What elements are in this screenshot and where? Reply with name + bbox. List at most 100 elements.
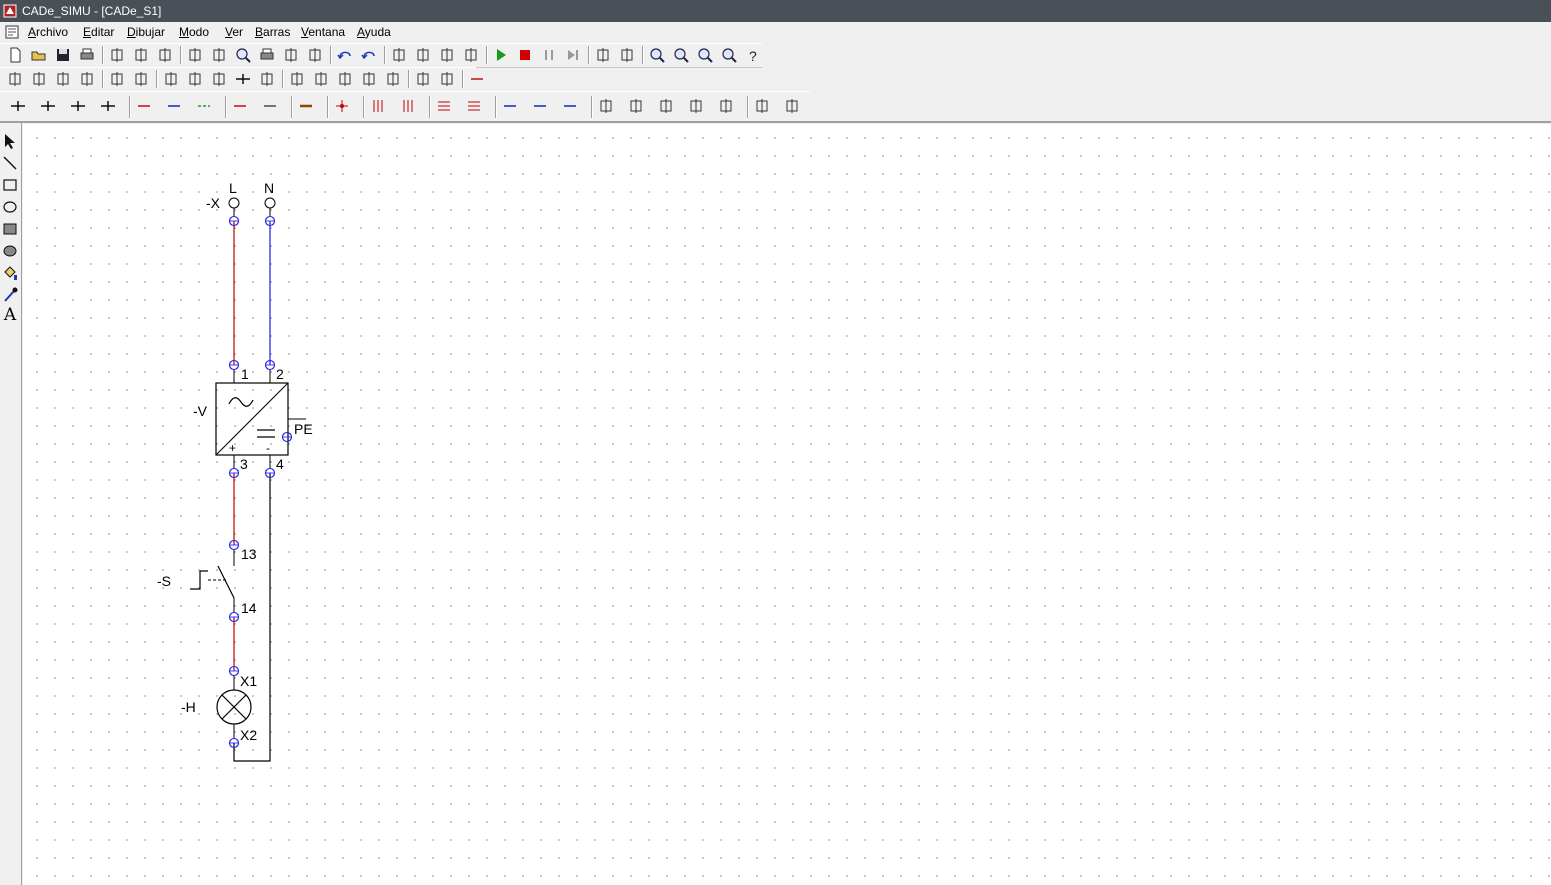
zoom-fit-icon[interactable] [695, 45, 715, 65]
label-3d-icon[interactable] [437, 69, 457, 89]
wire-blue-tap-icon[interactable] [530, 96, 550, 116]
menu-ver[interactable]: Ver [225, 25, 243, 39]
simulate-pause-icon[interactable] [539, 45, 559, 65]
menu-ayuda[interactable]: Ayuda [357, 25, 391, 39]
zoom-window-icon[interactable] [719, 45, 739, 65]
bus-icon[interactable] [296, 96, 316, 116]
contact-nc-icon[interactable] [185, 69, 205, 89]
wire-black-icon[interactable] [260, 96, 280, 116]
junction-4-icon[interactable] [98, 96, 118, 116]
toolbar-separator [156, 70, 158, 88]
replace-icon[interactable] [209, 45, 229, 65]
connector-2-icon[interactable] [626, 96, 646, 116]
contact-no-icon[interactable] [161, 69, 181, 89]
flip-icon[interactable] [437, 45, 457, 65]
help-icon[interactable]: ? [743, 45, 763, 65]
properties-icon[interactable] [281, 45, 301, 65]
plc-icon[interactable] [383, 69, 403, 89]
filled-ellipse-tool-icon[interactable] [1, 241, 19, 261]
wire-blue-icon[interactable] [164, 96, 184, 116]
redo-icon[interactable] [359, 45, 379, 65]
fuse-icon[interactable] [29, 69, 49, 89]
document-icon[interactable] [4, 24, 20, 40]
cut-icon[interactable] [107, 45, 127, 65]
timer-icon[interactable] [335, 69, 355, 89]
diode-icon[interactable] [209, 69, 229, 89]
motor-icon[interactable] [107, 69, 127, 89]
connector-4-icon[interactable] [686, 96, 706, 116]
copy-icon[interactable] [131, 45, 151, 65]
simulate-play-icon[interactable] [491, 45, 511, 65]
rotate-icon[interactable] [461, 45, 481, 65]
plug-male-icon[interactable] [752, 96, 772, 116]
print-preview-icon[interactable] [257, 45, 277, 65]
horizontal-bus-3-icon[interactable] [434, 96, 454, 116]
eyedropper-icon[interactable] [1, 285, 19, 305]
connector-1-icon[interactable] [596, 96, 616, 116]
junction-2-icon[interactable] [38, 96, 58, 116]
save-icon[interactable] [53, 45, 73, 65]
label-2d-icon[interactable] [413, 69, 433, 89]
grid-icon[interactable] [305, 45, 325, 65]
vertical-bus-3-icon[interactable] [368, 96, 388, 116]
junction-icon[interactable] [233, 69, 253, 89]
junction-3-icon[interactable] [68, 96, 88, 116]
node-icon[interactable] [332, 96, 352, 116]
menu-dibujar[interactable]: Dibujar [127, 25, 165, 39]
menu-barras[interactable]: Barras [255, 25, 290, 39]
multipole-breaker-icon[interactable] [77, 69, 97, 89]
line-red-icon[interactable] [467, 69, 487, 89]
paste-icon[interactable] [155, 45, 175, 65]
toolbar-separator [588, 46, 590, 64]
toolbar-separator [429, 96, 431, 118]
new-file-icon[interactable] [5, 45, 25, 65]
horizontal-bus-tap-icon[interactable] [464, 96, 484, 116]
connector-5-icon[interactable] [716, 96, 736, 116]
connector-3-icon[interactable] [656, 96, 676, 116]
plug-female-icon[interactable] [782, 96, 802, 116]
zoom-in-icon[interactable] [647, 45, 667, 65]
simulate-stop-icon[interactable] [515, 45, 535, 65]
open-folder-icon[interactable] [29, 45, 49, 65]
mirror-horizontal-icon[interactable] [389, 45, 409, 65]
undo-icon[interactable] [335, 45, 355, 65]
print-icon[interactable] [77, 45, 97, 65]
simulate-step-icon[interactable] [563, 45, 583, 65]
mirror-vertical-icon[interactable] [413, 45, 433, 65]
menu-modo[interactable]: Modo [179, 25, 209, 39]
zoom-search-icon[interactable] [233, 45, 253, 65]
sensor-icon[interactable] [359, 69, 379, 89]
vertical-bus-tap-icon[interactable] [398, 96, 418, 116]
wire-red-2-icon[interactable] [230, 96, 250, 116]
fill-bucket-icon[interactable] [1, 263, 19, 283]
wire-blue-diag-icon[interactable] [560, 96, 580, 116]
window-icon[interactable] [593, 45, 613, 65]
wire-blue-h-icon[interactable] [500, 96, 520, 116]
wire-green-icon[interactable] [194, 96, 214, 116]
transformer-icon[interactable] [131, 69, 151, 89]
menu-ventana[interactable]: Ventana [301, 25, 345, 39]
windows-icon[interactable] [617, 45, 637, 65]
terminal-icon[interactable] [257, 69, 277, 89]
menu-editar[interactable]: Editar [83, 25, 114, 39]
filled-rectangle-tool-icon[interactable] [1, 219, 19, 239]
menu-archivo[interactable]: Archivo [28, 25, 68, 39]
zoom-out-icon[interactable] [671, 45, 691, 65]
select-arrow-icon[interactable] [1, 131, 19, 151]
line-tool-icon[interactable] [1, 153, 19, 173]
toolbar-separator [642, 46, 644, 64]
rectangle-tool-icon[interactable] [1, 175, 19, 195]
toolbar-separator [291, 96, 293, 118]
coil-icon[interactable] [287, 69, 307, 89]
find-icon[interactable] [185, 45, 205, 65]
breaker-icon[interactable] [53, 69, 73, 89]
toolbar-separator [282, 70, 284, 88]
wire-red-icon[interactable] [134, 96, 154, 116]
window-title: CADe_SIMU - [CADe_S1] [22, 4, 162, 18]
power-supply-icon[interactable] [5, 69, 25, 89]
junction-1-icon[interactable] [8, 96, 28, 116]
relay-icon[interactable] [311, 69, 331, 89]
drawing-canvas[interactable] [23, 124, 1551, 885]
ellipse-tool-icon[interactable] [1, 197, 19, 217]
text-tool-icon[interactable]: A [1, 305, 19, 325]
